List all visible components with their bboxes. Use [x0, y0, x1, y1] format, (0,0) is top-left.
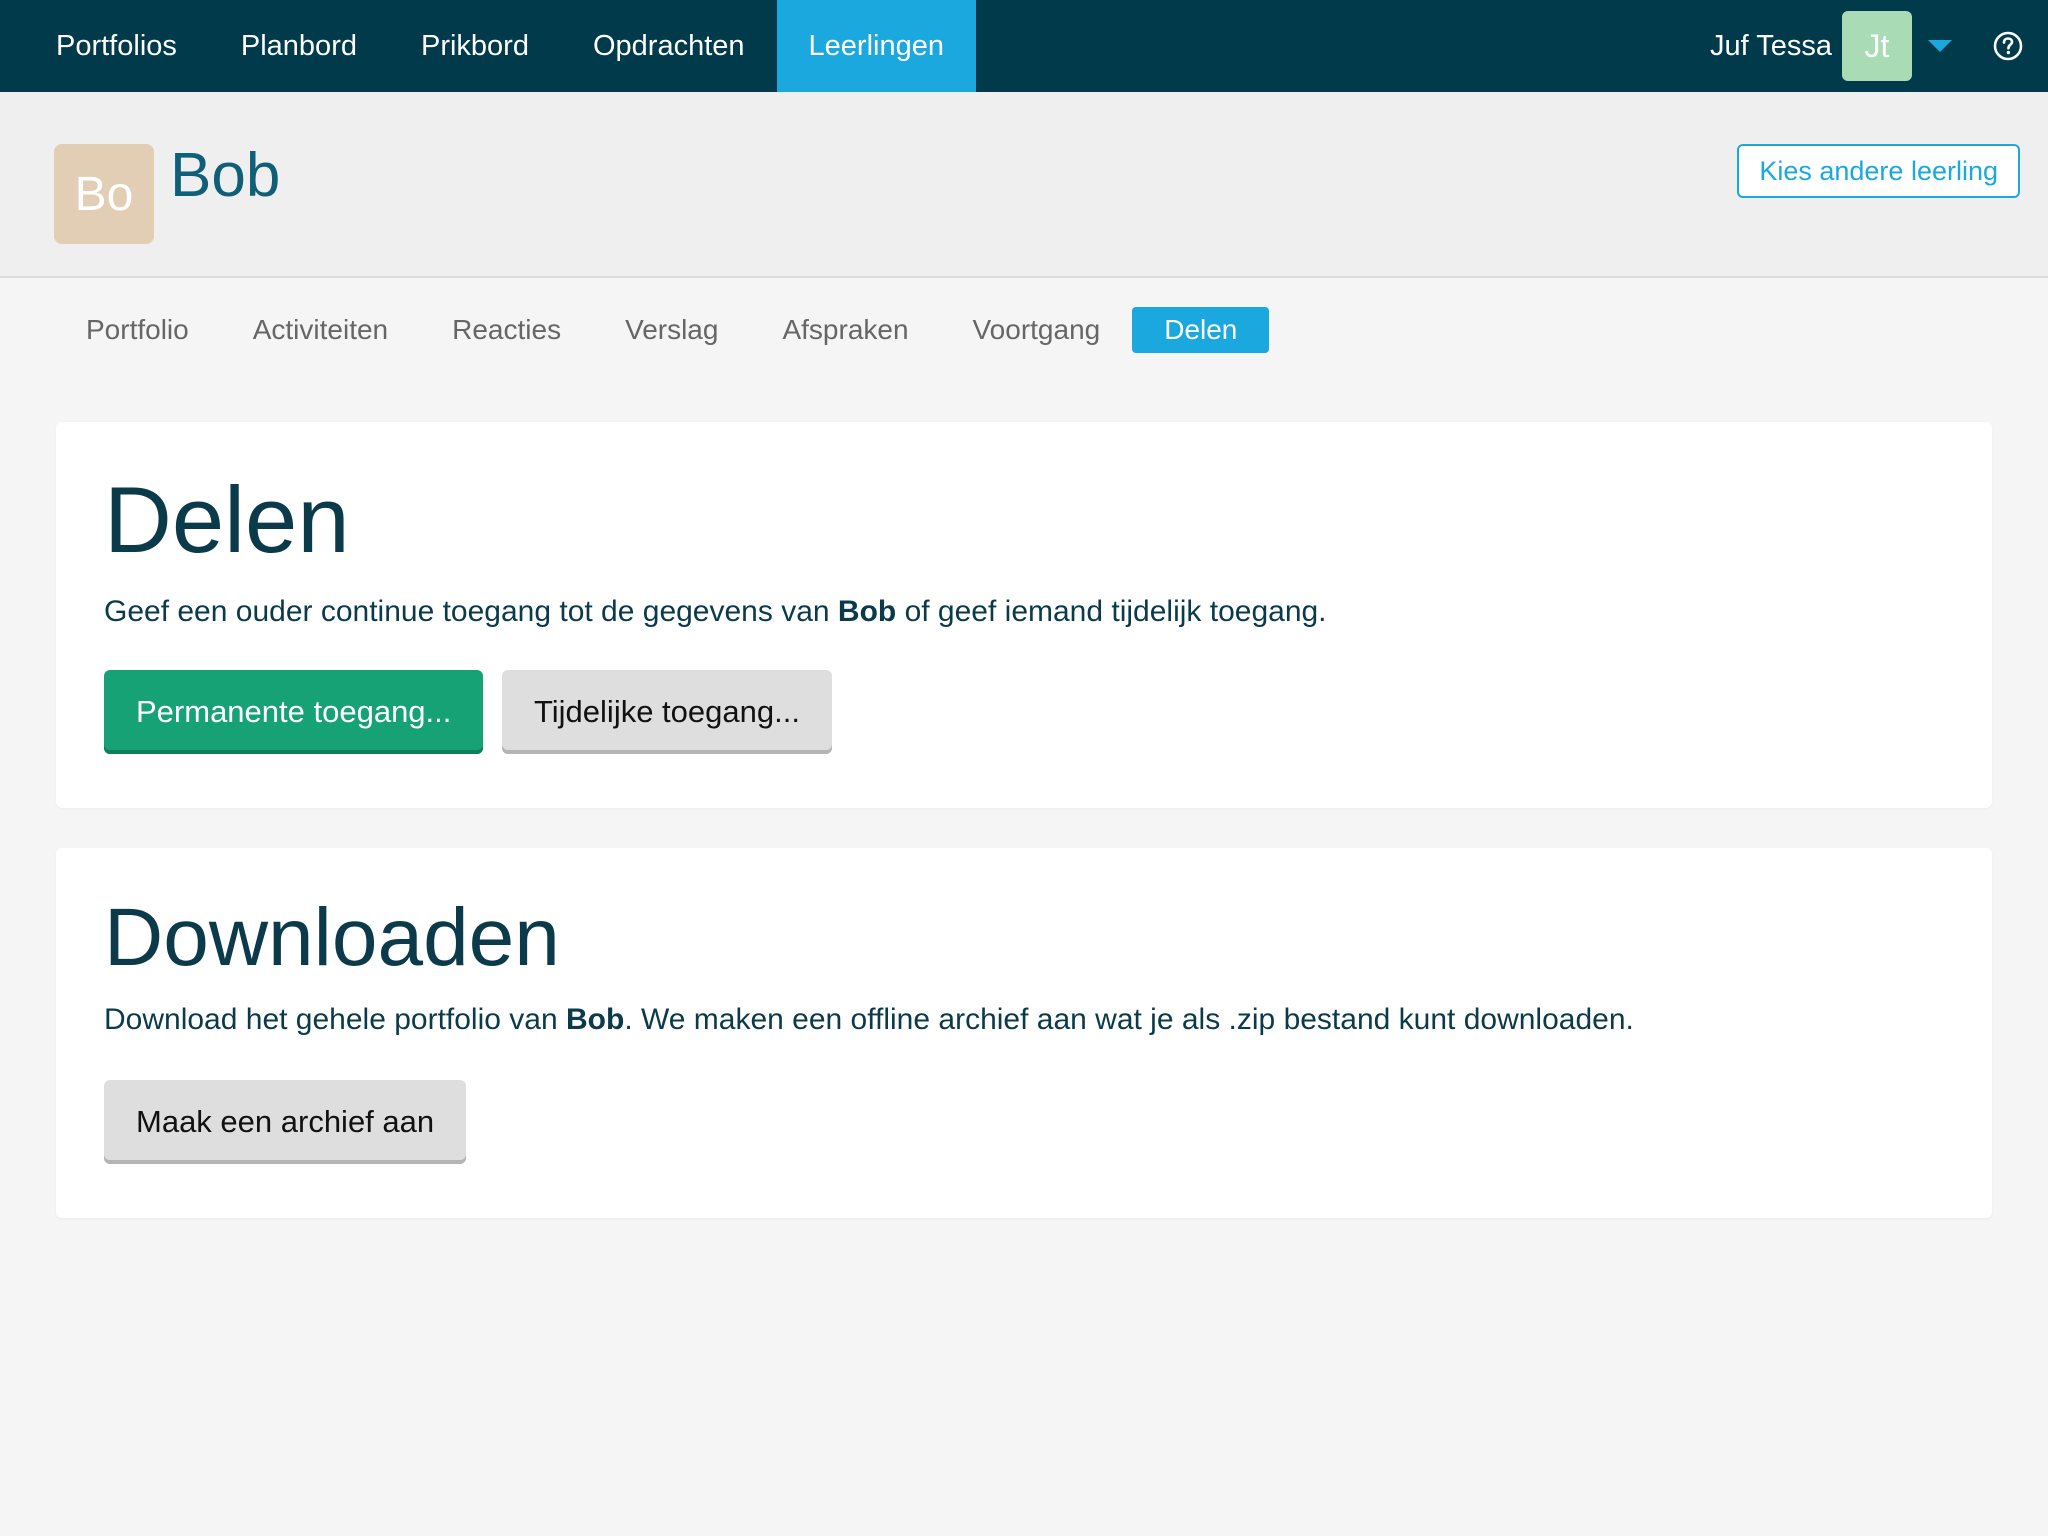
caret-down-icon	[1928, 40, 1952, 52]
user-menu: Juf Tessa Jt	[1710, 0, 2048, 92]
share-text-before: Geef een ouder continue toegang tot de g…	[104, 595, 838, 628]
share-text-after: of geef iemand tijdelijk toegang.	[896, 595, 1327, 628]
student-header: Bo Bob Kies andere leerling	[0, 92, 2048, 278]
tab-portfolio[interactable]: Portfolio	[54, 307, 221, 353]
nav-item-leerlingen[interactable]: Leerlingen	[776, 0, 976, 92]
create-archive-button[interactable]: Maak een archief aan	[104, 1080, 467, 1164]
tab-activiteiten[interactable]: Activiteiten	[221, 307, 420, 353]
download-card: Downloaden Download het gehele portfolio…	[56, 848, 1992, 1218]
student-name: Bob	[170, 141, 281, 210]
download-text-before: Download het gehele portfolio van	[104, 1003, 566, 1036]
download-title: Downloaden	[104, 892, 560, 983]
tab-delen[interactable]: Delen	[1132, 307, 1270, 353]
top-navigation-bar: Portfolios Planbord Prikbord Opdrachten …	[0, 0, 2048, 92]
share-title: Delen	[104, 467, 350, 572]
nav-item-portfolios[interactable]: Portfolios	[24, 0, 209, 92]
help-circle-icon	[1993, 31, 2023, 61]
share-card: Delen Geef een ouder continue toegang to…	[56, 422, 1992, 808]
download-text-after: . We maken een offline archief aan wat j…	[624, 1003, 1634, 1036]
student-avatar: Bo	[54, 144, 154, 244]
tab-reacties[interactable]: Reacties	[420, 307, 593, 353]
nav-item-prikbord[interactable]: Prikbord	[389, 0, 561, 92]
main-nav: Portfolios Planbord Prikbord Opdrachten …	[24, 0, 976, 92]
tab-afspraken[interactable]: Afspraken	[750, 307, 940, 353]
tab-verslag[interactable]: Verslag	[593, 307, 750, 353]
share-description: Geef een ouder continue toegang tot de g…	[104, 592, 1327, 632]
download-student-name: Bob	[565, 1003, 625, 1036]
download-description: Download het gehele portfolio van Bob. W…	[104, 1000, 1634, 1040]
nav-item-opdrachten[interactable]: Opdrachten	[561, 0, 777, 92]
user-menu-toggle[interactable]	[1912, 0, 1968, 92]
permanent-access-button[interactable]: Permanente toegang...	[104, 670, 484, 754]
choose-other-student-button[interactable]: Kies andere leerling	[1737, 144, 2020, 198]
share-student-name: Bob	[837, 595, 897, 628]
student-tabs: Portfolio Activiteiten Reacties Verslag …	[54, 307, 1270, 353]
nav-item-planbord[interactable]: Planbord	[209, 0, 389, 92]
tab-voortgang[interactable]: Voortgang	[941, 307, 1133, 353]
temporary-access-button[interactable]: Tijdelijke toegang...	[502, 670, 832, 754]
user-avatar[interactable]: Jt	[1842, 11, 1912, 81]
help-button[interactable]	[1968, 0, 2048, 92]
user-name[interactable]: Juf Tessa	[1710, 30, 1832, 63]
